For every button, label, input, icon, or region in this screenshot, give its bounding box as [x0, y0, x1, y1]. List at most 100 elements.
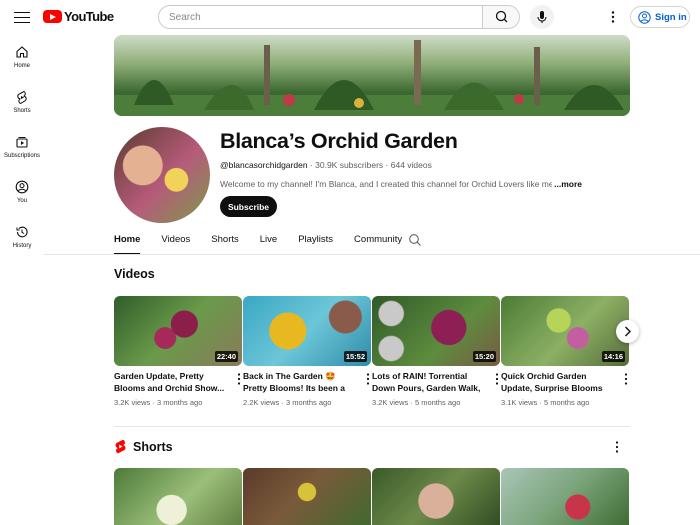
subscriber-count: 30.9K subscribers: [315, 160, 384, 170]
shorts-section-header: Shorts: [114, 439, 173, 454]
video-count: 644 videos: [390, 160, 432, 170]
tab-videos[interactable]: Videos: [161, 231, 190, 255]
video-meta: 3.2K views · 5 months ago: [372, 398, 500, 407]
sidebar-item-label: Subscriptions: [3, 153, 41, 159]
vertical-dots-icon[interactable]: [494, 372, 500, 386]
tab-home[interactable]: Home: [114, 231, 141, 255]
video-age: 5 months ago: [543, 398, 590, 407]
sign-in-label: Sign in: [655, 11, 687, 23]
meta-separator: ·: [279, 398, 286, 407]
account-circle-icon: [638, 10, 651, 24]
video-views: 3.2K views: [372, 398, 409, 407]
channel-banner: [114, 35, 630, 116]
microphone-icon: [537, 11, 547, 23]
sidebar: Home Shorts Subscriptions You History: [0, 40, 44, 265]
vertical-dots-icon[interactable]: [236, 372, 242, 386]
video-title[interactable]: Quick Orchid Garden Update, Surprise Blo…: [501, 370, 617, 394]
tabs-divider: [44, 254, 700, 255]
video-views: 2.2K views: [243, 398, 280, 407]
tab-shorts[interactable]: Shorts: [211, 231, 238, 255]
history-icon: [16, 226, 28, 238]
home-icon: [16, 46, 28, 58]
you-icon: [15, 180, 29, 194]
top-bar: YouTube Sign in: [0, 0, 700, 34]
video-meta: 3.2K views · 3 months ago: [114, 398, 242, 407]
shorts-section-title: Shorts: [133, 439, 173, 454]
sidebar-item-shorts[interactable]: Shorts: [0, 85, 44, 130]
sidebar-item-label: Home: [13, 63, 30, 69]
shorts-icon: [17, 90, 27, 104]
video-thumbnail[interactable]: 22:40: [114, 296, 242, 366]
sidebar-item-history[interactable]: History: [0, 220, 44, 265]
short-thumbnail[interactable]: [501, 468, 629, 525]
channel-name: Blanca’s Orchid Garden: [220, 129, 458, 153]
videos-section-title: Videos: [114, 267, 155, 281]
sidebar-item-you[interactable]: You: [0, 175, 44, 220]
video-card[interactable]: 15:52 Back in The Garden 🤩 Pretty Blooms…: [243, 296, 371, 407]
video-card[interactable]: 22:40 Garden Update, Pretty Blooms and O…: [114, 296, 242, 407]
sidebar-item-label: Shorts: [13, 108, 31, 114]
tab-playlists[interactable]: Playlists: [298, 231, 333, 255]
meta-separator: ·: [537, 398, 544, 407]
description-more-link[interactable]: ...more: [552, 179, 582, 189]
sidebar-item-subscriptions[interactable]: Subscriptions: [0, 130, 44, 175]
meta-separator: ·: [408, 398, 415, 407]
video-duration: 22:40: [214, 351, 238, 362]
channel-description[interactable]: Welcome to my channel! I'm Blanca, and I…: [220, 179, 590, 189]
tab-community[interactable]: Community: [354, 231, 402, 255]
video-age: 3 months ago: [285, 398, 332, 407]
vertical-dots-icon: [611, 11, 615, 23]
short-thumbnail[interactable]: [114, 468, 242, 525]
vertical-dots-icon[interactable]: [365, 372, 371, 386]
video-meta: 3.1K views · 5 months ago: [501, 398, 629, 407]
video-card[interactable]: 15:20 Lots of RAIN! Torrential Down Pour…: [372, 296, 500, 407]
video-age: 3 months ago: [156, 398, 203, 407]
vertical-dots-icon[interactable]: [623, 372, 629, 386]
sidebar-item-label: History: [12, 243, 32, 249]
vertical-dots-icon[interactable]: [614, 440, 620, 454]
video-age: 5 months ago: [414, 398, 461, 407]
chevron-right-icon: [625, 326, 631, 337]
sidebar-item-label: You: [16, 198, 28, 204]
video-title[interactable]: Garden Update, Pretty Blooms and Orchid …: [114, 370, 230, 394]
search-icon: [409, 234, 421, 246]
video-title[interactable]: Back in The Garden 🤩 Pretty Blooms! Its …: [243, 370, 359, 394]
youtube-play-icon: [43, 10, 62, 23]
short-thumbnail[interactable]: [243, 468, 371, 525]
channel-handle: @blancasorchidgarden: [220, 160, 308, 170]
logo-text: YouTube: [64, 9, 114, 24]
description-text: Welcome to my channel! I'm Blanca, and I…: [220, 179, 554, 189]
tab-live[interactable]: Live: [260, 231, 277, 255]
video-duration: 15:20: [472, 351, 496, 362]
youtube-logo[interactable]: YouTube: [43, 9, 114, 24]
search-input[interactable]: [158, 5, 482, 29]
video-meta: 2.2K views · 3 months ago: [243, 398, 371, 407]
shorts-logo-icon: [115, 439, 126, 454]
video-card[interactable]: 14:16 Quick Orchid Garden Update, Surpri…: [501, 296, 629, 407]
short-thumbnail[interactable]: [372, 468, 500, 525]
video-duration: 14:16: [601, 351, 625, 362]
subscriptions-icon: [16, 137, 28, 148]
sidebar-item-home[interactable]: Home: [0, 40, 44, 85]
channel-search-button[interactable]: [408, 233, 422, 247]
video-thumbnail[interactable]: 15:20: [372, 296, 500, 366]
video-thumbnail[interactable]: 15:52: [243, 296, 371, 366]
meta-separator: ·: [150, 398, 157, 407]
subscribe-button[interactable]: Subscribe: [220, 196, 277, 217]
video-views: 3.2K views: [114, 398, 151, 407]
garden-banner-image: [114, 35, 630, 116]
section-divider: [114, 426, 630, 427]
voice-search-button[interactable]: [530, 5, 554, 29]
settings-more-button[interactable]: [605, 9, 621, 25]
sign-in-button[interactable]: Sign in: [630, 6, 690, 28]
carousel-next-button[interactable]: [616, 320, 639, 343]
channel-tabs: Home Videos Shorts Live Playlists Commun…: [114, 231, 423, 255]
channel-meta: @blancasorchidgarden · 30.9K subscribers…: [220, 160, 432, 170]
video-thumbnail[interactable]: 14:16: [501, 296, 629, 366]
search-icon: [495, 10, 508, 23]
search-button[interactable]: [482, 5, 520, 29]
video-duration: 15:52: [343, 351, 367, 362]
video-title[interactable]: Lots of RAIN! Torrential Down Pours, Gar…: [372, 370, 488, 394]
channel-avatar[interactable]: [114, 127, 210, 223]
menu-icon[interactable]: [12, 8, 32, 26]
